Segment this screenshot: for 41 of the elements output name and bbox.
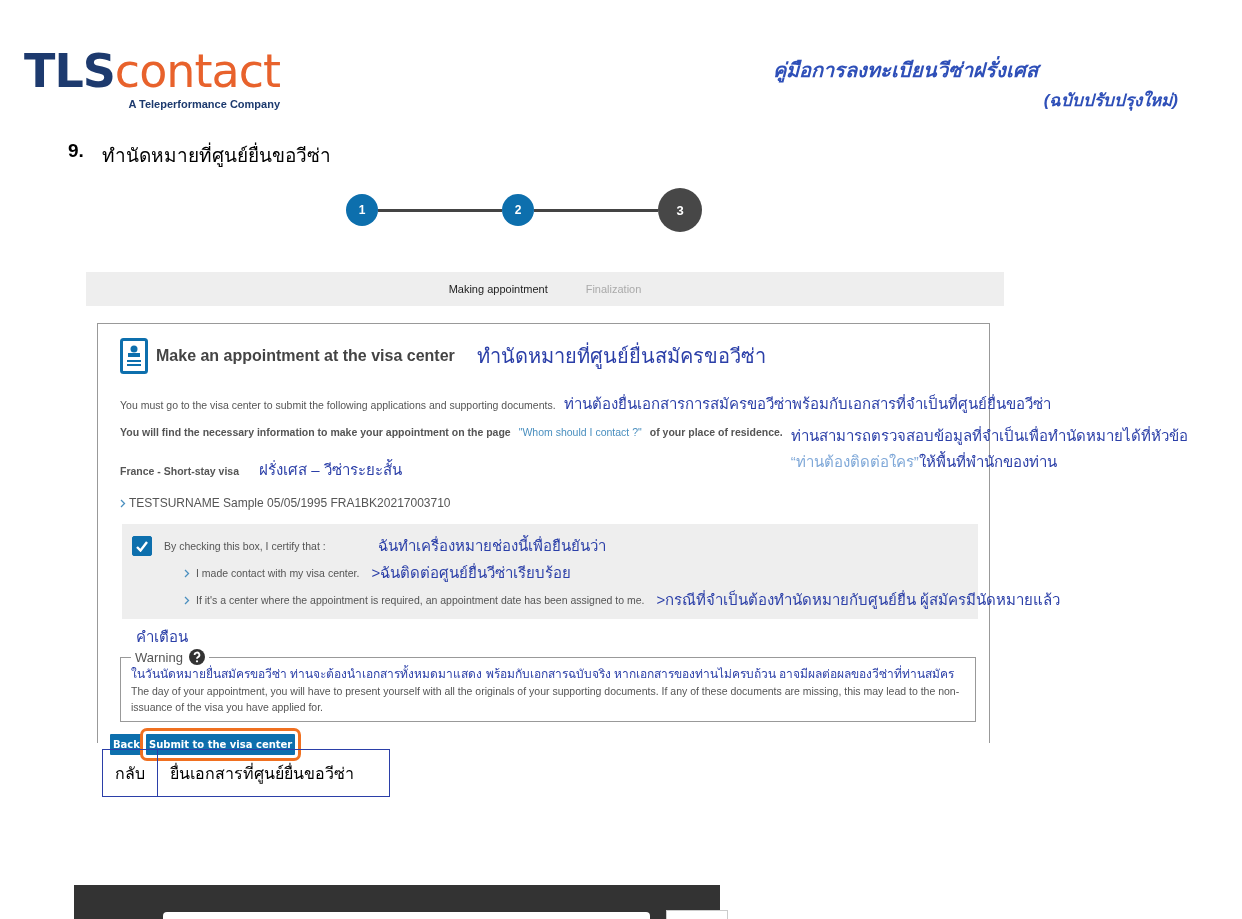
- translation-note: >กรณีที่จำเป็นต้องทำนัดหมายกับศูนย์ยื่น ผู้สมัครมีนัดหมายแล้ว: [656, 589, 1061, 611]
- warning-text: The day of your appointment, you will have to present yourself with all the originals of your supporting documents. If any of these documents are missing, this may lead to the non-issuance of the visa you have applied for.: [131, 684, 961, 715]
- certify-item: I made contact with my visa center.: [196, 567, 360, 579]
- action-button[interactable]: Back: [110, 734, 143, 755]
- info-text: of your place of residence.: [649, 426, 783, 438]
- chevron-icon: [120, 498, 126, 508]
- section-number: 9.: [68, 140, 84, 163]
- translation-note: ในวันนัดหมายยื่นสมัครขอวีซ่า ท่านจะต้องนำเอกสารทั้งหมดมาแสดง พร้อมกับเอกสารฉบับจริง หากเอกสารของท่านไม่ครบถ้วน อาจมีผลต่อผลของวีซ่าที่ท่านสมัคร: [131, 665, 955, 683]
- document-subtitle: (ฉบับปรับปรุงใหม่): [1043, 89, 1178, 113]
- certify-checkbox[interactable]: [132, 536, 152, 556]
- card-title: Make an appointment at the visa center: [156, 347, 455, 365]
- translation-note: ฝรั่งเศส – วีซ่าระยะสั้น: [259, 458, 402, 480]
- warning-legend: Warning: [135, 649, 183, 665]
- translation-note: >ฉันติดต่อศูนย์ยื่นวีซ่าเรียบร้อย: [371, 562, 572, 584]
- help-icon[interactable]: [188, 649, 205, 665]
- table-cell: กลับ: [102, 749, 158, 797]
- chevron-icon: [184, 595, 190, 605]
- info-text: You will find the necessary information to make your appointment on the page: [120, 426, 511, 438]
- translation-note: ให้พื้นที่พำนักของท่าน: [918, 450, 1057, 472]
- certify-item: If it's a center where the appointment is required, an appointment date has been assigned to me.: [196, 594, 645, 606]
- logo-wordmark: TLScontact: [24, 48, 280, 94]
- translation-note: ท่านสามารถตรวจสอบข้อมูลที่จำเป็นเพื่อทำนัดหมายได้ที่หัวข้อ: [790, 425, 1188, 447]
- translation-note: ฉันทำเครื่องหมายช่องนี้เพื่อยืนยันว่า: [377, 534, 606, 556]
- intro-text: You must go to the visa center to submit the following applications and supporting documents.: [120, 399, 556, 411]
- step-circle: 2: [502, 194, 534, 226]
- translation-note: ท่านต้องยื่นเอกสารการสมัครขอวีซ่าพร้อมกับเอกสารที่จำเป็นที่ศูนย์ยื่นขอวีซ่า: [563, 393, 1051, 415]
- certify-text: By checking this box, I certify that :: [164, 540, 326, 552]
- step-circle: 3: [658, 188, 702, 232]
- applicant-entry[interactable]: TESTSURNAME Sample 05/05/1995 FRA1BK20217003710: [129, 496, 451, 510]
- visa-type: France - Short-stay visa: [120, 465, 240, 477]
- document-icon: [120, 338, 148, 374]
- translation-note: ทำนัดหมายที่ศูนย์ยื่นสมัครขอวีซ่า: [476, 340, 766, 372]
- tab[interactable]: Making appointment: [448, 283, 548, 295]
- step-circle: 1: [346, 194, 378, 226]
- contact-link[interactable]: "Whom should I contact ?": [518, 426, 642, 438]
- chevron-icon: [184, 568, 190, 578]
- checkmark-icon: [136, 540, 148, 552]
- table-cell: ยื่นเอกสารที่ศูนย์ยื่นขอวีซ่า: [158, 749, 390, 797]
- logo-tagline: A Teleperformance Company: [128, 98, 280, 110]
- section-title: ทำนัดหมายที่ศูนย์ยื่นขอวีซ่า: [101, 140, 331, 170]
- translation-note: คำเตือน: [136, 628, 188, 645]
